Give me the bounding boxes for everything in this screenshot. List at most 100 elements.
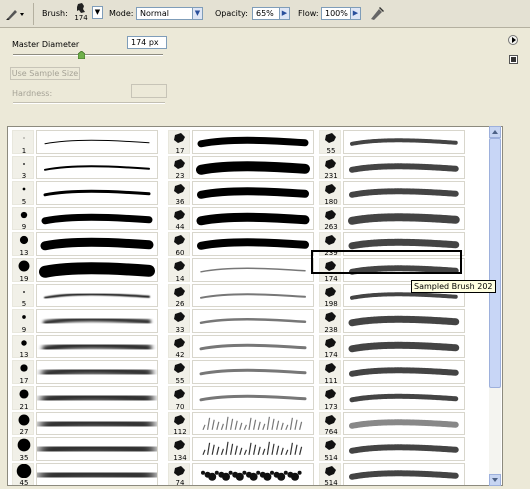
brush-preset-180-3[interactable]: 180 xyxy=(319,180,469,206)
flow-field[interactable]: 100% xyxy=(321,7,351,20)
brush-preset-13-1[interactable]: 13 xyxy=(12,231,162,257)
mode-dropdown-button[interactable]: ▼ xyxy=(192,7,203,20)
chevron-right-icon xyxy=(512,37,516,43)
brush-size-label: 174 xyxy=(324,351,338,360)
brush-preset-112-2[interactable]: 112 xyxy=(168,411,318,436)
brush-preset-55-2[interactable]: 55 xyxy=(168,359,318,385)
brush-preset-3-1[interactable]: 3 xyxy=(12,155,162,181)
brush-preset-27-1[interactable]: 27 xyxy=(12,411,162,436)
flow-slider-button[interactable]: ▶ xyxy=(350,7,361,20)
brush-stroke-preview xyxy=(343,206,465,231)
brush-preset-17-1[interactable]: 17 xyxy=(12,359,162,385)
brush-preset-70-2[interactable]: 70 xyxy=(168,385,318,411)
brush-tip-thumbnail: 74 xyxy=(168,462,190,485)
brush-preset-174-3[interactable]: 174 xyxy=(319,334,469,360)
brush-preset-514-3[interactable]: 514 xyxy=(319,436,469,462)
brush-preset-36-2[interactable]: 36 xyxy=(168,180,318,206)
brush-preset-764-3[interactable]: 764 xyxy=(319,411,469,436)
brush-preset-33-2[interactable]: 33 xyxy=(168,308,318,334)
brush-preset-9-1[interactable]: 9 xyxy=(12,206,162,231)
use-sample-size-button[interactable]: Use Sample Size xyxy=(10,67,80,80)
scroll-up-button[interactable] xyxy=(489,126,501,138)
brush-tip-icon xyxy=(20,364,28,373)
brush-tip-thumbnail: 5 xyxy=(12,181,34,206)
brush-preset-45-1[interactable]: 45 xyxy=(12,462,162,485)
brush-tip-icon xyxy=(325,133,336,143)
airbrush-button[interactable] xyxy=(367,4,387,22)
brush-tip-thumbnail: 764 xyxy=(319,411,341,436)
stroke-preview-graphic xyxy=(199,318,307,325)
brush-tip-thumbnail: 112 xyxy=(168,411,190,436)
stroke-preview-graphic xyxy=(348,316,460,327)
brush-tip-thumbnail: 17 xyxy=(168,130,190,155)
brush-tip-icon xyxy=(174,312,185,323)
brush-preset-9-1[interactable]: 9 xyxy=(12,308,162,334)
brush-preset-74-2[interactable]: 74 xyxy=(168,462,318,485)
brush-preset-26-2[interactable]: 26 xyxy=(168,283,318,308)
brush-preset-5-1[interactable]: 5 xyxy=(12,180,162,206)
brush-tip-icon xyxy=(22,315,26,320)
brush-preset-231-3[interactable]: 231 xyxy=(319,155,469,180)
chevron-down-icon xyxy=(492,478,498,482)
brush-preset-14-2[interactable]: 14 xyxy=(168,257,318,283)
brush-tip-icon xyxy=(325,363,336,374)
stroke-preview-graphic xyxy=(40,238,154,251)
brush-preset-111-3[interactable]: 111 xyxy=(319,359,469,385)
brush-stroke-preview xyxy=(192,232,314,256)
stroke-preview-graphic xyxy=(199,369,307,376)
scroll-down-button[interactable] xyxy=(489,474,501,486)
brush-preset-55-3[interactable]: 55 xyxy=(319,129,469,155)
opacity-field[interactable]: 65% xyxy=(252,7,280,20)
brush-tip-icon xyxy=(23,290,25,293)
brush-preset-17-2[interactable]: 17 xyxy=(168,129,318,155)
flow-value: 100% xyxy=(325,9,348,18)
stroke-preview-graphic xyxy=(201,470,302,481)
brush-preset-35-1[interactable]: 35 xyxy=(12,436,162,462)
brush-preset-44-2[interactable]: 44 xyxy=(168,206,318,231)
master-diameter-slider[interactable] xyxy=(13,54,163,56)
brush-preset-263-3[interactable]: 263 xyxy=(319,206,469,231)
brush-preset-1-1[interactable]: 1 xyxy=(12,129,162,155)
brush-stroke-preview xyxy=(192,334,314,359)
brush-tip-icon xyxy=(174,158,185,169)
brush-preset-13-1[interactable]: 13 xyxy=(12,334,162,359)
brush-preset-23-2[interactable]: 23 xyxy=(168,155,318,180)
chevron-down-icon: ▼ xyxy=(94,8,101,16)
brush-list-scrollbar[interactable] xyxy=(489,126,501,486)
brush-tip-thumbnail: 13 xyxy=(12,334,34,359)
brush-size-label: 3 xyxy=(21,172,27,181)
brush-tip-thumbnail: 514 xyxy=(319,462,341,485)
brush-size-label: 42 xyxy=(175,351,185,360)
brush-preset-5-1[interactable]: 5 xyxy=(12,283,162,308)
brush-preset-134-2[interactable]: 134 xyxy=(168,436,318,462)
master-diameter-field[interactable]: 174 px xyxy=(127,36,167,49)
opacity-slider-button[interactable]: ▶ xyxy=(279,7,290,20)
brush-preview-button[interactable]: 174 xyxy=(70,2,92,26)
hardness-field[interactable] xyxy=(131,84,167,98)
scroll-thumb[interactable] xyxy=(489,138,501,388)
brush-tip-icon xyxy=(325,158,336,169)
stroke-preview-graphic xyxy=(44,164,150,171)
hardness-slider[interactable] xyxy=(13,102,165,104)
brush-preset-21-1[interactable]: 21 xyxy=(12,385,162,411)
new-preset-button[interactable] xyxy=(509,55,518,64)
brush-dropdown-button[interactable]: ▼ xyxy=(92,6,103,19)
brush-preset-60-2[interactable]: 60 xyxy=(168,231,318,257)
brush-stroke-preview xyxy=(36,462,158,485)
brush-preset-173-3[interactable]: 173 xyxy=(319,385,469,411)
stroke-preview-graphic xyxy=(200,292,306,299)
brush-stroke-preview xyxy=(343,360,465,384)
picker-menu-button[interactable] xyxy=(508,35,518,45)
brush-stroke-preview xyxy=(192,386,314,410)
brush-preset-514-3[interactable]: 514 xyxy=(319,462,469,485)
brush-preset-19-1[interactable]: 19 xyxy=(12,257,162,283)
mode-select[interactable]: Normal ▼ xyxy=(136,7,203,20)
brush-tool-preset-picker[interactable] xyxy=(4,6,26,22)
master-diameter-slider-thumb[interactable] xyxy=(77,50,85,60)
brush-preset-42-2[interactable]: 42 xyxy=(168,334,318,360)
stroke-preview-graphic xyxy=(349,444,459,454)
brush-tip-thumbnail: 1 xyxy=(12,130,34,155)
brush-stroke-preview xyxy=(36,155,158,180)
brush-preset-238-3[interactable]: 238 xyxy=(319,308,469,334)
brush-tip-thumbnail: 42 xyxy=(168,334,190,360)
